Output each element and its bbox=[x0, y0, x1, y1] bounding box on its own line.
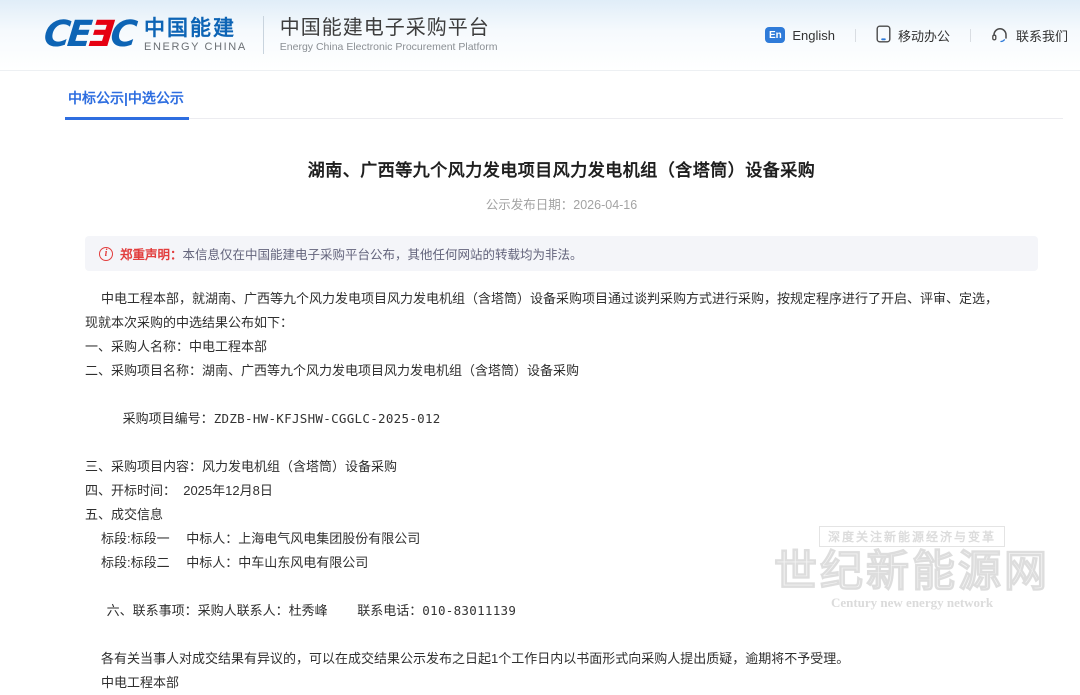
site-header: CEƎC 中国能建 ENERGY CHINA 中国能建电子采购平台 Energy… bbox=[0, 0, 1080, 71]
info-circle-icon: i bbox=[99, 246, 113, 261]
lot-2-winner: 标段:标段二 中标人：中车山东风电有限公司 bbox=[101, 555, 369, 570]
nav-contact-us-label: 联系我们 bbox=[1015, 28, 1068, 44]
brand-name-en: ENERGY CHINA bbox=[144, 40, 247, 53]
item-contact: 六、联系事项：采购人联系人：杜秀峰 联系电话：010-83011139 bbox=[85, 575, 1038, 647]
declaration-label: 郑重声明： bbox=[120, 248, 183, 262]
nav-separator bbox=[969, 28, 971, 42]
signature: 中电工程本部 bbox=[101, 675, 180, 690]
contact-text: 六、联系事项：采购人联系人：杜秀峰 联系电话： bbox=[106, 603, 423, 618]
platform-title-cn: 中国能建电子采购平台 bbox=[279, 16, 490, 39]
contact-phone: 010-83011139 bbox=[422, 603, 517, 618]
nav-english[interactable]: En English bbox=[765, 27, 835, 43]
english-badge-icon: En bbox=[765, 27, 786, 43]
brand-name-cn: 中国能建 bbox=[144, 16, 237, 40]
item-purchaser-name: 一、采购人名称：中电工程本部 bbox=[85, 339, 268, 354]
site-logo[interactable]: CEƎC 中国能建 ENERGY CHINA 中国能建电子采购平台 Energy… bbox=[42, 14, 498, 55]
item-project-content: 三、采购项目内容：风力发电机组（含塔筒）设备采购 bbox=[85, 459, 398, 474]
publish-date: 公示发布日期：2026-04-16 bbox=[485, 198, 638, 212]
intro-line-1: 中电工程本部，就湖南、广西等九个风力发电项目风力发电机组（含塔筒）设备采购项目通… bbox=[101, 291, 999, 306]
item-project-code: 采购项目编号：ZDZB-HW-KFJSHW-CGGLC-2025-012 bbox=[85, 383, 1038, 455]
platform-title-en: Energy China Electronic Procurement Plat… bbox=[279, 40, 498, 53]
nav-contact-us[interactable]: 联系我们 bbox=[991, 25, 1068, 46]
declaration-text: 本信息仅在中国能建电子采购平台公布，其他任何网站的转载均为非法。 bbox=[182, 248, 583, 262]
item-project-name: 二、采购项目名称：湖南、广西等九个风力发电项目风力发电机组（含塔筒）设备采购 bbox=[85, 363, 580, 378]
mobile-phone-icon bbox=[876, 25, 891, 46]
announcement-body: 中电工程本部，就湖南、广西等九个风力发电项目风力发电机组（含塔筒）设备采购项目通… bbox=[85, 287, 1038, 695]
lot-1-winner: 标段:标段一 中标人：上海电气风电集团股份有限公司 bbox=[101, 531, 421, 546]
logo-divider bbox=[262, 16, 264, 54]
platform-title: 中国能建电子采购平台 Energy China Electronic Procu… bbox=[280, 16, 498, 54]
announcement-content: 湖南、广西等九个风力发电项目风力发电机组（含塔筒）设备采购 公示发布日期：202… bbox=[85, 156, 1038, 695]
objection-clause: 各有关当事人对成交结果有异议的，可以在成交结果公示发布之日起1个工作日内以书面形… bbox=[101, 651, 850, 666]
nav-english-label: English bbox=[792, 27, 835, 43]
ceec-logo-icon: CEƎC bbox=[42, 14, 137, 55]
intro-line-2: 现就本次采购的中选结果公布如下： bbox=[85, 315, 294, 330]
headset-icon bbox=[991, 25, 1009, 46]
logo-letter: C bbox=[108, 14, 137, 55]
declaration-banner: i 郑重声明：本信息仅在中国能建电子采购平台公布，其他任何网站的转载均为非法。 bbox=[85, 236, 1038, 271]
page-title: 湖南、广西等九个风力发电项目风力发电机组（含塔筒）设备采购 bbox=[307, 161, 816, 180]
project-code-label: 采购项目编号： bbox=[122, 411, 214, 426]
nav-mobile-office[interactable]: 移动办公 bbox=[876, 25, 950, 46]
nav-mobile-office-label: 移动办公 bbox=[897, 28, 950, 44]
brand-text: 中国能建 ENERGY CHINA bbox=[144, 17, 247, 54]
tab-award-announcement[interactable]: 中标公示|中选公示 bbox=[65, 88, 189, 120]
nav-separator bbox=[854, 28, 856, 42]
header-nav: En English 移动办公 联系我们 bbox=[765, 25, 1068, 46]
item-deal-info: 五、成交信息 bbox=[85, 507, 164, 522]
project-code-value: ZDZB-HW-KFJSHW-CGGLC-2025-012 bbox=[213, 411, 441, 426]
item-bid-open-time: 四、开标时间： 2025年12月8日 bbox=[85, 483, 273, 498]
tab-bar: 中标公示|中选公示 bbox=[65, 88, 1063, 120]
